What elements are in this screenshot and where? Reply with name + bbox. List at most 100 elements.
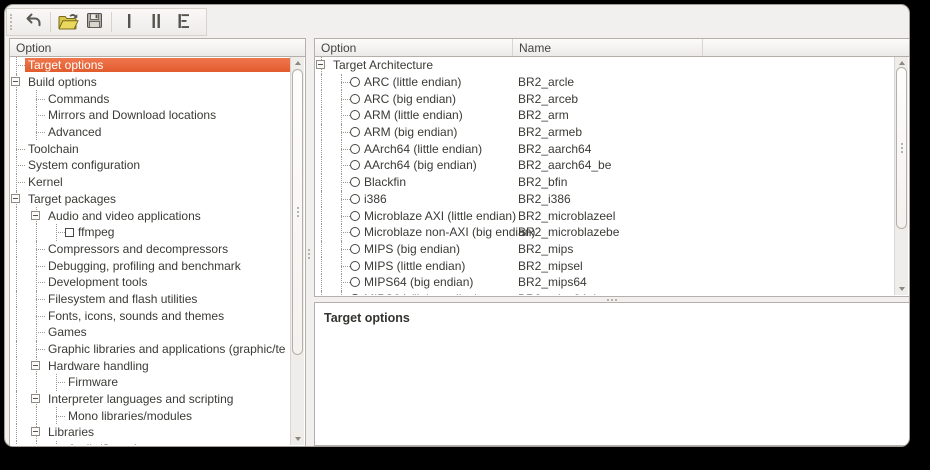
- tree-guide-line: [31, 224, 51, 241]
- tree-row[interactable]: Kernel: [11, 174, 290, 191]
- tree-row[interactable]: Commands: [11, 90, 290, 107]
- radio-icon[interactable]: [350, 110, 360, 120]
- scroll-up-icon[interactable]: [899, 61, 905, 65]
- tree-row[interactable]: Audio and video applications: [11, 207, 290, 224]
- tree-row[interactable]: Toolchain: [11, 140, 290, 157]
- right-scrollbar[interactable]: [894, 57, 908, 295]
- minus-box-icon[interactable]: [11, 77, 20, 86]
- tree-connector: [51, 407, 65, 424]
- collapse-toggle[interactable]: [11, 191, 25, 208]
- radio-icon[interactable]: [350, 211, 360, 221]
- radio-icon[interactable]: [350, 127, 360, 137]
- config-row[interactable]: ARC (little endian)BR2_arcle: [316, 74, 894, 91]
- row-label: System configuration: [25, 158, 290, 172]
- panel-splitter-horizontal[interactable]: [314, 297, 910, 302]
- split-view-button[interactable]: [142, 10, 169, 35]
- tree-row[interactable]: Mono libraries/modules: [11, 407, 290, 424]
- config-row[interactable]: MIPS (little endian)BR2_mipsel: [316, 257, 894, 274]
- scroll-down-icon[interactable]: [295, 437, 301, 441]
- tree-row[interactable]: Target options: [11, 57, 290, 74]
- scroll-up-icon[interactable]: [295, 61, 301, 65]
- collapse-toggle[interactable]: [31, 391, 45, 408]
- config-row[interactable]: MIPS64 (little endian)BR2_mips64el: [316, 291, 894, 295]
- row-label: Interpreter languages and scripting: [45, 392, 290, 406]
- config-row[interactable]: MIPS64 (big endian)BR2_mips64: [316, 274, 894, 291]
- row-label: Development tools: [45, 275, 290, 289]
- tree-row[interactable]: Audio/Sound: [11, 441, 290, 445]
- save-button[interactable]: [81, 10, 108, 35]
- radio-icon[interactable]: [350, 144, 360, 154]
- right-scrollbar-thumb[interactable]: [896, 67, 907, 229]
- left-scrollbar[interactable]: [290, 57, 304, 445]
- config-row[interactable]: ARM (little endian)BR2_arm: [316, 107, 894, 124]
- config-row[interactable]: MIPS (big endian)BR2_mips: [316, 241, 894, 258]
- collapse-toggle[interactable]: [11, 74, 25, 91]
- minus-box-icon[interactable]: [31, 427, 40, 436]
- config-row[interactable]: Microblaze AXI (little endian)BR2_microb…: [316, 207, 894, 224]
- column-header-empty[interactable]: [703, 39, 909, 56]
- radio-icon[interactable]: [350, 160, 360, 170]
- minus-box-icon[interactable]: [31, 211, 40, 220]
- toolbar-drag-handle[interactable]: [10, 14, 16, 30]
- minus-box-icon[interactable]: [31, 361, 40, 370]
- tree-row[interactable]: Interpreter languages and scripting: [11, 391, 290, 408]
- tree-row[interactable]: Libraries: [11, 424, 290, 441]
- radio-icon[interactable]: [350, 227, 360, 237]
- tree-row[interactable]: Build options: [11, 74, 290, 91]
- config-row[interactable]: BlackfinBR2_bfin: [316, 174, 894, 191]
- tree-row[interactable]: Games: [11, 324, 290, 341]
- column-header-option[interactable]: Option: [10, 39, 305, 56]
- row-label: Firmware: [65, 375, 290, 389]
- tree-row[interactable]: Fonts, icons, sounds and themes: [11, 307, 290, 324]
- tree-row[interactable]: Target packages: [11, 191, 290, 208]
- tree-row[interactable]: Hardware handling: [11, 357, 290, 374]
- collapse-toggle[interactable]: [31, 207, 45, 224]
- minus-box-icon[interactable]: [31, 394, 40, 403]
- tree-row[interactable]: Firmware: [11, 374, 290, 391]
- left-scrollbar-thumb[interactable]: [292, 69, 303, 355]
- undo-button[interactable]: [20, 10, 47, 35]
- tree-row[interactable]: System configuration: [11, 157, 290, 174]
- tree-row[interactable]: Filesystem and flash utilities: [11, 291, 290, 308]
- tree-row[interactable]: Advanced: [11, 124, 290, 141]
- config-row[interactable]: Target Architecture: [316, 57, 894, 74]
- column-header-name[interactable]: Name: [513, 39, 703, 56]
- scroll-down-icon[interactable]: [899, 287, 905, 291]
- radio-icon[interactable]: [350, 277, 360, 287]
- config-row[interactable]: AArch64 (little endian)BR2_aarch64: [316, 140, 894, 157]
- config-row[interactable]: ARC (big endian)BR2_arceb: [316, 90, 894, 107]
- panel-splitter-vertical[interactable]: [306, 38, 314, 447]
- tree-row[interactable]: Graphic libraries and applications (grap…: [11, 341, 290, 358]
- config-row[interactable]: Microblaze non-AXI (big endian)BR2_micro…: [316, 224, 894, 241]
- open-button[interactable]: [54, 10, 81, 35]
- full-view-button[interactable]: [169, 10, 196, 35]
- radio-icon[interactable]: [350, 94, 360, 104]
- radio-icon[interactable]: [350, 261, 360, 271]
- column-header-option[interactable]: Option: [315, 39, 513, 56]
- tree-row[interactable]: Development tools: [11, 274, 290, 291]
- tree-connector: [336, 241, 350, 258]
- radio-icon[interactable]: [350, 194, 360, 204]
- config-row[interactable]: ARM (big endian)BR2_armeb: [316, 124, 894, 141]
- minus-box-icon[interactable]: [316, 60, 325, 69]
- row-label: Audio and video applications: [45, 209, 290, 223]
- tree-row[interactable]: Debugging, profiling and benchmark: [11, 257, 290, 274]
- collapse-toggle[interactable]: [31, 357, 45, 374]
- tree-row[interactable]: ffmpeg: [11, 224, 290, 241]
- radio-icon[interactable]: [350, 177, 360, 187]
- tree-guide-line: [11, 441, 31, 445]
- radio-icon[interactable]: [350, 244, 360, 254]
- single-view-button[interactable]: [115, 10, 142, 35]
- config-row[interactable]: AArch64 (big endian)BR2_aarch64_be: [316, 157, 894, 174]
- checkbox-icon[interactable]: [65, 228, 74, 237]
- config-row[interactable]: i386BR2_i386: [316, 191, 894, 208]
- scrollbar-grip-icon: [297, 207, 299, 209]
- radio-icon[interactable]: [350, 294, 360, 295]
- radio-icon[interactable]: [350, 77, 360, 87]
- tree-row[interactable]: Mirrors and Download locations: [11, 107, 290, 124]
- tree-row[interactable]: Compressors and decompressors: [11, 241, 290, 258]
- buildroot-config-window: Option Target optionsBuild optionsComman…: [4, 4, 910, 447]
- collapse-toggle[interactable]: [316, 57, 330, 74]
- minus-box-icon[interactable]: [11, 194, 20, 203]
- collapse-toggle[interactable]: [31, 424, 45, 441]
